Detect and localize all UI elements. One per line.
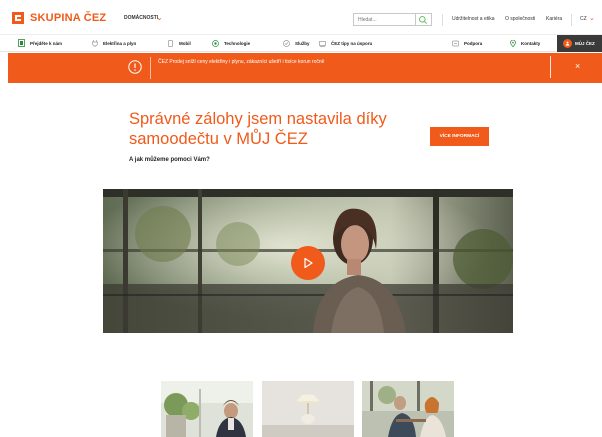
divider (442, 14, 443, 26)
nav-label: Technologie (224, 40, 251, 46)
location-pin-icon (509, 39, 516, 47)
close-icon[interactable]: × (575, 61, 580, 72)
nav-label: Přejděte k nám (30, 40, 63, 46)
segment-selector[interactable]: DOMÁCNOSTI (124, 15, 158, 22)
nav-item-electricity-gas[interactable]: Elektřina a plyn (91, 35, 136, 51)
nav-item-technology[interactable]: Technologie (212, 35, 250, 51)
cez-logo-icon[interactable] (12, 12, 24, 24)
nav-label: Mobil (179, 40, 191, 46)
switch-icon (18, 39, 25, 47)
main-nav: Přejděte k nám Elektřina a plyn Mobil Te… (0, 34, 602, 52)
search-input[interactable] (358, 16, 410, 24)
nav-item-support[interactable]: Podpora (452, 35, 482, 51)
divider (550, 56, 551, 78)
my-cez-label: MŮJ ČEZ (575, 41, 595, 46)
nav-item-switch[interactable]: Přejděte k nám (18, 35, 62, 51)
chevron-down-icon[interactable]: ⌄ (589, 14, 595, 23)
article-thumbnail[interactable] (362, 381, 454, 437)
nav-label: Služby (295, 40, 310, 46)
top-bar: SKUPINA ČEZ DOMÁCNOSTI ⌄ Udržitelnost a … (0, 0, 602, 34)
search-icon[interactable] (418, 15, 428, 25)
nav-label: Kontakty (521, 40, 541, 46)
article-thumbnail[interactable] (262, 381, 354, 437)
more-info-button[interactable]: VÍCE INFORMACÍ (430, 127, 489, 146)
chevron-down-icon[interactable]: ⌄ (156, 13, 163, 22)
article-image (362, 381, 454, 437)
link-about[interactable]: O společnosti (505, 16, 535, 23)
search-box (353, 13, 432, 26)
article-image (262, 381, 354, 437)
language-selector[interactable]: CZ (580, 16, 587, 23)
nav-label: ČEZ tipy na úsporu (331, 40, 373, 46)
search-divider (415, 14, 416, 25)
nav-item-services[interactable]: Služby (283, 35, 310, 51)
divider (150, 57, 151, 79)
logo-text[interactable]: SKUPINA ČEZ (30, 12, 106, 25)
support-icon (452, 40, 459, 47)
user-icon (563, 39, 572, 48)
article-thumbnail[interactable] (161, 381, 253, 437)
savings-icon (319, 40, 326, 47)
nav-item-mobile[interactable]: Mobil (167, 35, 191, 51)
nav-item-savings-tips[interactable]: ČEZ tipy na úsporu (319, 35, 372, 51)
hero-subtitle: A jak můžeme pomoci Vám? (129, 157, 210, 163)
nav-label: Elektřina a plyn (103, 40, 137, 46)
alert-text[interactable]: ČEZ Prodej sníží ceny elektřiny i plynu,… (158, 59, 373, 67)
services-icon (283, 39, 290, 47)
my-cez-button[interactable]: MŮJ ČEZ (557, 35, 602, 52)
info-icon (128, 60, 142, 74)
nav-item-contacts[interactable]: Kontakty (509, 35, 540, 51)
nav-label: Podpora (464, 40, 483, 46)
hero-title: Správné zálohy jsem nastavila díky samoo… (129, 110, 387, 148)
play-icon (304, 257, 313, 269)
mobile-icon (167, 39, 174, 47)
link-sustainability[interactable]: Udržitelnost a etika (452, 16, 495, 23)
alert-banner: ČEZ Prodej sníží ceny elektřiny i plynu,… (8, 53, 602, 83)
link-career[interactable]: Kariéra (546, 16, 562, 23)
article-image (161, 381, 253, 437)
divider (571, 14, 572, 26)
technology-icon (212, 39, 219, 47)
plug-icon (91, 39, 98, 47)
play-button[interactable] (291, 246, 325, 280)
